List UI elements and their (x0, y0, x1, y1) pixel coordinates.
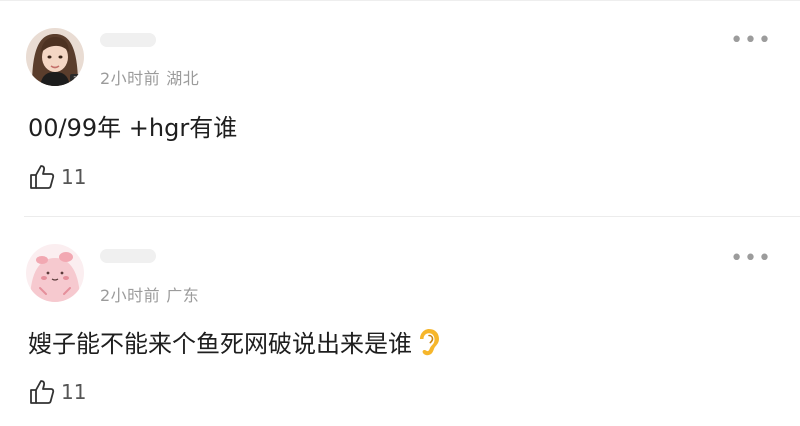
comment-text: 嫂子能不能来个鱼死网破说出来是谁 (28, 324, 440, 359)
avatar[interactable]: 3 (26, 28, 84, 86)
comment-text-content: 00/99年 +hgr有谁 (28, 114, 238, 142)
username-blurred[interactable] (100, 33, 156, 47)
like-count: 11 (61, 380, 87, 404)
comment-item: 3 2小时前 湖北 ••• 00/99年 +hgr有谁 11 (0, 0, 800, 216)
username-blurred[interactable] (100, 249, 156, 263)
comment-meta: 2小时前 湖北 (100, 65, 199, 89)
comment-item: 2小时前 广东 ••• 嫂子能不能来个鱼死网破说出来是谁 11 (0, 217, 800, 426)
comment-time: 2小时前 (100, 69, 161, 88)
like-button[interactable]: 11 (28, 163, 86, 191)
girl-portrait-avatar-icon: 3 (26, 28, 84, 86)
comment-location: 湖北 (166, 69, 200, 88)
thumbs-up-icon (30, 165, 55, 189)
comment-meta: 2小时前 广东 (100, 282, 199, 306)
avatar[interactable] (26, 244, 84, 302)
comment-location: 广东 (166, 286, 200, 305)
svg-text:3: 3 (73, 76, 77, 83)
comment-text-content: 嫂子能不能来个鱼死网破说出来是谁 (28, 330, 412, 358)
comment-text: 00/99年 +hgr有谁 (28, 108, 237, 143)
like-count: 11 (61, 165, 87, 189)
more-dots-icon[interactable]: ••• (730, 248, 772, 270)
thumbs-up-icon (30, 380, 55, 404)
pink-cartoon-avatar-icon (26, 244, 84, 302)
comment-time: 2小时前 (100, 286, 161, 305)
like-button[interactable]: 11 (28, 378, 86, 406)
more-dots-icon[interactable]: ••• (730, 30, 772, 52)
ear-emoji-icon (420, 328, 439, 355)
